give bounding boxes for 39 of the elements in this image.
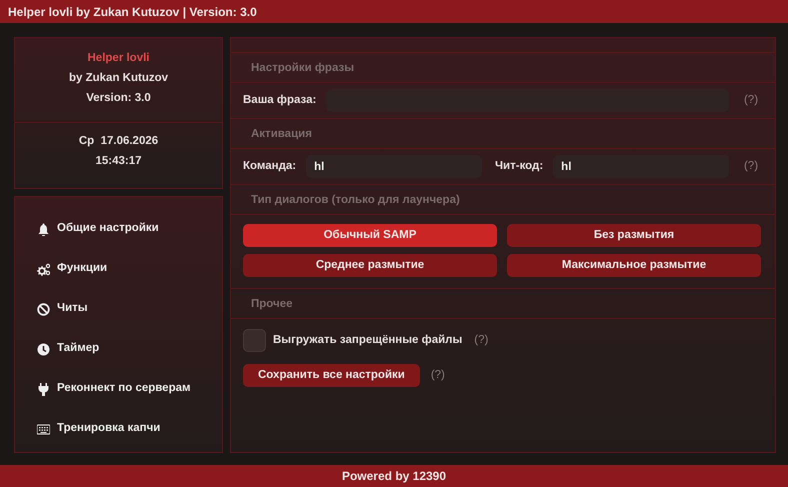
save-button[interactable]: Сохранить все настройки <box>243 364 420 387</box>
checkbox[interactable] <box>243 329 266 352</box>
ban-icon <box>37 302 50 316</box>
dialog-option[interactable]: Без размытия <box>507 224 761 247</box>
gears-icon <box>37 262 50 276</box>
help-hint[interactable]: (?) <box>426 366 450 384</box>
dialog-option[interactable]: Среднее размытие <box>243 254 497 277</box>
sidebar-item[interactable]: Функции <box>37 249 222 289</box>
sidebar-item[interactable]: Читы <box>37 289 222 329</box>
sidebar-item[interactable]: Таймер <box>37 329 222 369</box>
command-field[interactable]: hl <box>306 155 482 178</box>
section-title: Тип диалогов (только для лаунчера) <box>251 194 460 206</box>
help-hint[interactable]: (?) <box>739 92 763 110</box>
help-hint[interactable]: (?) <box>739 158 763 176</box>
help-hint[interactable]: (?) <box>469 332 494 350</box>
dialog-option[interactable]: Обычный SAMP <box>243 224 497 247</box>
plug-icon <box>37 382 50 396</box>
field-label: Ваша фраза: <box>243 92 316 108</box>
date-text: Ср 17.06.2026 <box>78 134 158 149</box>
field-label: Команда: <box>243 158 296 174</box>
sidebar-item[interactable]: Тренировка капчи <box>37 409 222 449</box>
field-label: Чит-код: <box>494 158 544 174</box>
app-name: Helper lovli <box>88 51 150 66</box>
dialog-option[interactable]: Максимальное размытие <box>507 254 761 277</box>
version-text: Version: 3.0 <box>86 91 151 106</box>
cheat-code-field[interactable]: hl <box>553 155 729 178</box>
section-title: Настройки фразы <box>251 62 354 74</box>
window-title: Helper lovli by Zukan Kutuzov | Version: 3.0 <box>0 0 788 23</box>
section-title: Активация <box>251 128 312 140</box>
footer-text: Powered by 12390 <box>342 469 446 483</box>
bell-icon <box>37 222 50 236</box>
time-text: 15:43:17 <box>95 154 142 169</box>
checkbox-label: Выгружать запрещённые файлы <box>273 332 462 348</box>
sidebar-item[interactable]: Реконнект по серверам <box>37 369 222 409</box>
sidebar-item[interactable]: Общие настройки <box>37 209 222 249</box>
section-title: Прочее <box>251 298 292 310</box>
keyboard-icon <box>37 422 50 436</box>
clock-icon <box>37 342 50 356</box>
author-text: by Zukan Kutuzov <box>68 71 168 86</box>
